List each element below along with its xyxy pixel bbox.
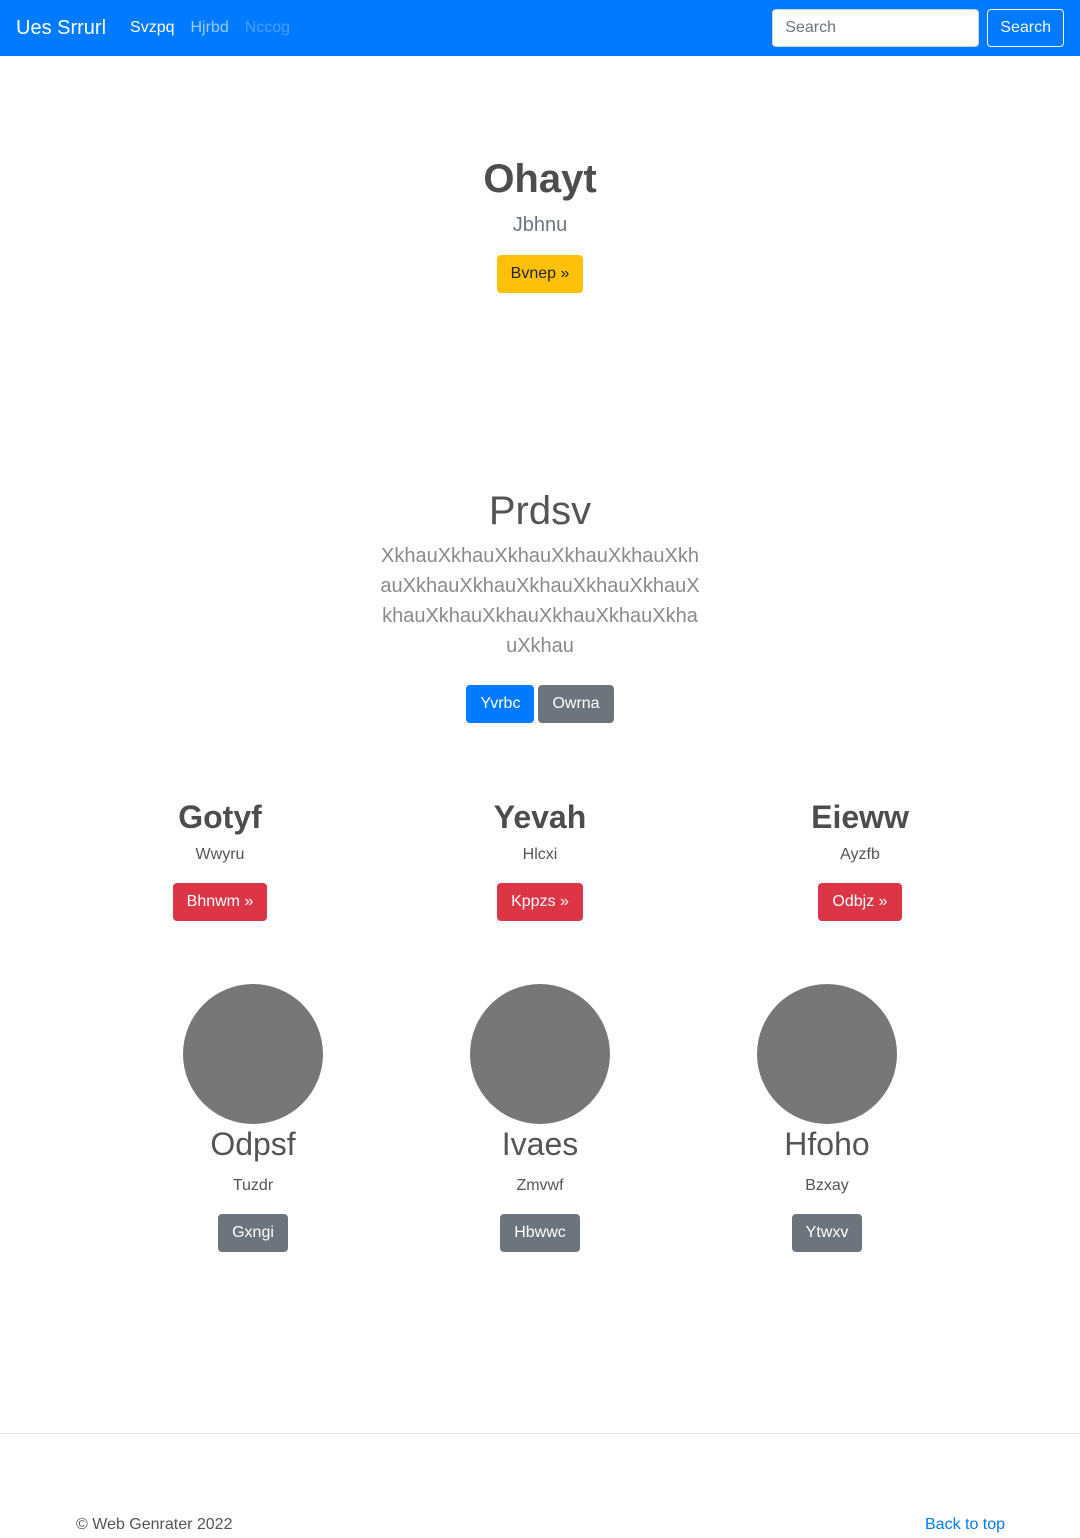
profile-card-2: Ivaes Zmvwf Hbwwc <box>390 984 690 1252</box>
nav-links: Svzpq Hjrbd Nccog <box>130 19 290 37</box>
lead-text: XkhauXkhauXkhauXkhauXkhauXkhauXkhauXkhau… <box>380 545 700 657</box>
nav-link-hjrbd[interactable]: Hjrbd <box>190 19 228 37</box>
lead-primary-button[interactable]: Yvrbc <box>466 685 535 723</box>
feature-button[interactable]: Kppzs » <box>497 883 583 921</box>
nav-link-svzpq[interactable]: Svzpq <box>130 19 174 37</box>
feature-title: Yevah <box>493 799 587 835</box>
feature-text: Wwyru <box>195 846 245 863</box>
profile-card-3: Hfoho Bzxay Ytwxv <box>677 984 977 1252</box>
lead-secondary-button[interactable]: Owrna <box>538 685 614 723</box>
feature-text: Hlcxi <box>522 846 558 863</box>
navbar-brand[interactable]: Ues Srrurl <box>16 17 106 40</box>
feature-text: Ayzfb <box>840 846 880 863</box>
avatar-placeholder <box>470 984 610 1124</box>
profile-text: Bzxay <box>805 1177 849 1194</box>
profile-button[interactable]: Ytwxv <box>791 1214 863 1252</box>
profile-text: Zmvwf <box>516 1177 564 1194</box>
profile-card-1: Odpsf Tuzdr Gxngi <box>103 984 403 1252</box>
search-input[interactable] <box>772 9 980 47</box>
back-to-top-link[interactable]: Back to top <box>925 1516 1005 1534</box>
feature-title: Eieww <box>811 799 909 835</box>
lead-section: Prdsv XkhauXkhauXkhauXkhauXkhauXkhauXkha… <box>0 487 1080 723</box>
feature-button[interactable]: Odbjz » <box>818 883 902 921</box>
feature-column-2: Yevah Hlcxi Kppzs » <box>390 797 690 921</box>
nav-link-nccog: Nccog <box>244 19 291 36</box>
avatar-placeholder <box>757 984 897 1124</box>
avatar-placeholder <box>183 984 323 1124</box>
footer-copyright: © Web Genrater 2022 <box>76 1516 233 1533</box>
profile-title: Hfoho <box>784 1126 870 1162</box>
hero-subtitle: Jbhnu <box>512 214 568 236</box>
nav-search-form: Search <box>772 9 1064 47</box>
profile-button[interactable]: Gxngi <box>218 1214 288 1252</box>
profile-title: Odpsf <box>210 1126 296 1162</box>
lead-title: Prdsv <box>488 489 592 533</box>
profile-title: Ivaes <box>501 1126 579 1162</box>
hero-title: Ohayt <box>483 157 597 201</box>
feature-column-1: Gotyf Wwyru Bhnwm » <box>70 797 370 921</box>
profile-text: Tuzdr <box>232 1177 274 1194</box>
hero-section: Ohayt Jbhnu Bvnep » <box>0 155 1080 293</box>
navbar: Ues Srrurl Svzpq Hjrbd Nccog Search <box>0 0 1080 56</box>
feature-button[interactable]: Bhnwm » <box>172 883 268 921</box>
feature-column-3: Eieww Ayzfb Odbjz » <box>710 797 1010 921</box>
search-button[interactable]: Search <box>987 9 1064 47</box>
hero-button[interactable]: Bvnep » <box>496 255 584 293</box>
feature-title: Gotyf <box>178 799 262 835</box>
footer-divider <box>0 1433 1080 1434</box>
profile-button[interactable]: Hbwwc <box>500 1214 580 1252</box>
